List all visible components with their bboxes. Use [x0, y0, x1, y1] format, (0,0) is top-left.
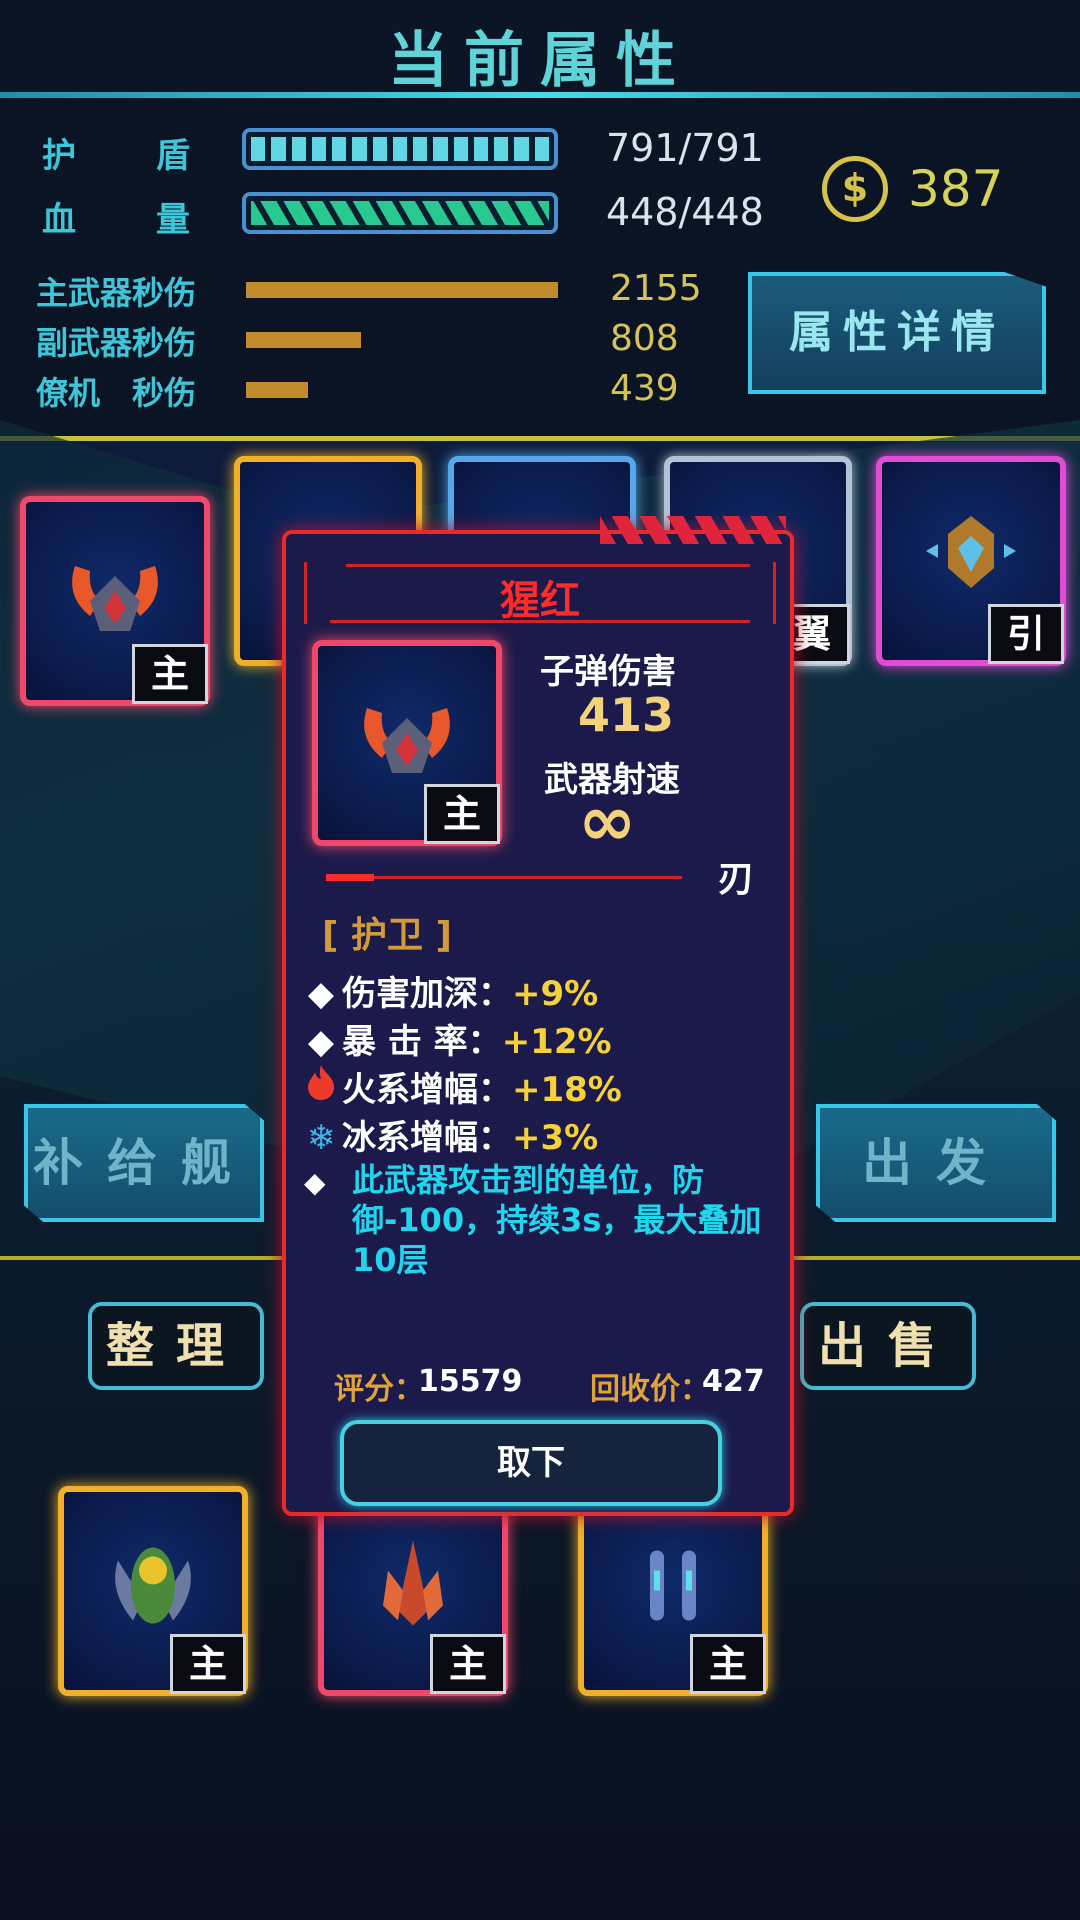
- sub-weapon-dps-value: 808: [610, 318, 679, 359]
- inventory-tag: 主: [430, 1634, 506, 1694]
- hp-bar-fill: [251, 201, 549, 225]
- score-value: 15579: [418, 1364, 523, 1399]
- inventory-item[interactable]: 主: [318, 1486, 508, 1696]
- page-title: 当前属性: [388, 26, 692, 96]
- wingman-dps-bar: [246, 382, 308, 398]
- popup-separator-highlight: [326, 874, 374, 881]
- inventory-item[interactable]: 主: [58, 1486, 248, 1696]
- attribute-row: ◆ 伤害加深：+9%: [300, 966, 598, 1015]
- popup-title-underline: [330, 620, 750, 623]
- hp-bar: [242, 192, 558, 234]
- slot-tag: 主: [132, 644, 208, 704]
- inventory-item[interactable]: 主: [578, 1486, 768, 1696]
- slot-tag: 引: [988, 604, 1064, 664]
- shield-label-1: 护: [42, 136, 76, 176]
- coin-count: 387: [908, 160, 1004, 218]
- popup-separator: [326, 876, 682, 879]
- fire-rate-value: ∞: [578, 780, 637, 862]
- shield-value: 791/791: [606, 126, 764, 170]
- wingman-dps-label: 僚机 秒伤: [36, 374, 197, 412]
- wingman-dps-value: 439: [610, 368, 679, 409]
- shield-bar: [242, 128, 558, 170]
- popup-title-line: [346, 564, 750, 567]
- twin-rocket-icon: [650, 1550, 696, 1621]
- sub-weapon-dps-label: 副武器秒伤: [36, 324, 197, 362]
- red-fighter-icon: [383, 1540, 443, 1626]
- green-ship-icon: [115, 1547, 191, 1624]
- attribute-row: 火系增幅：+18%: [300, 1062, 622, 1111]
- slot-engine[interactable]: 引: [876, 456, 1066, 666]
- main-weapon-dps-value: 2155: [610, 268, 702, 309]
- shield-bar-fill: [251, 137, 549, 161]
- depart-button[interactable]: 出发: [816, 1104, 1056, 1222]
- popup-card-tag: 主: [424, 784, 500, 844]
- diamond-icon: ◆: [307, 974, 335, 1014]
- fire-icon: [300, 1063, 342, 1110]
- slot-main-weapon[interactable]: 主: [20, 496, 210, 706]
- sell-button[interactable]: 出售: [800, 1302, 976, 1390]
- popup-decoration: [600, 516, 786, 544]
- blade-label: 刃: [718, 859, 755, 900]
- recycle-price-label: 回收价：: [590, 1372, 710, 1407]
- shield-label-2: 盾: [156, 136, 190, 176]
- attribute-details-button[interactable]: 属性详情: [748, 272, 1046, 394]
- crimson-ship-icon: [72, 566, 158, 631]
- main-weapon-dps-label: 主武器秒伤: [36, 274, 197, 312]
- attribute-row: ◆ 暴 击 率：+12%: [300, 1014, 612, 1063]
- hp-value: 448/448: [606, 190, 764, 234]
- engine-ship-icon: [926, 516, 1016, 588]
- unequip-button[interactable]: 取下: [340, 1420, 722, 1506]
- popup-weapon-card: 主: [312, 640, 502, 846]
- hp-label-1: 血: [42, 200, 76, 240]
- coin-icon: $: [822, 156, 888, 222]
- weapon-description: 此武器攻击到的单位，防御-100，持续3s，最大叠加10层: [352, 1161, 762, 1279]
- sub-weapon-dps-bar: [246, 332, 361, 348]
- header-divider: [0, 92, 1080, 98]
- hp-label-2: 量: [156, 200, 190, 240]
- diamond-icon: ◆: [304, 1166, 326, 1199]
- snowflake-icon: ❄: [306, 1118, 336, 1158]
- supply-ship-button[interactable]: 补给舰: [24, 1104, 264, 1222]
- score-label: 评分：: [334, 1372, 424, 1407]
- crimson-ship-icon: [364, 708, 450, 773]
- bullet-damage-label: 子弹伤害: [540, 652, 676, 692]
- popup-title: 猩红: [500, 578, 580, 624]
- main-weapon-dps-bar: [246, 282, 558, 298]
- header-bar: 当前属性: [0, 0, 1080, 100]
- weapon-category: [ 护卫 ]: [322, 915, 452, 956]
- inventory-tag: 主: [690, 1634, 766, 1694]
- inventory-tag: 主: [170, 1634, 246, 1694]
- bullet-damage-value: 413: [578, 688, 675, 742]
- sort-button[interactable]: 整理: [88, 1302, 264, 1390]
- recycle-price-value: 427: [702, 1364, 765, 1399]
- attribute-row: ❄ 冰系增幅：+3%: [300, 1110, 598, 1159]
- diamond-icon: ◆: [307, 1022, 335, 1062]
